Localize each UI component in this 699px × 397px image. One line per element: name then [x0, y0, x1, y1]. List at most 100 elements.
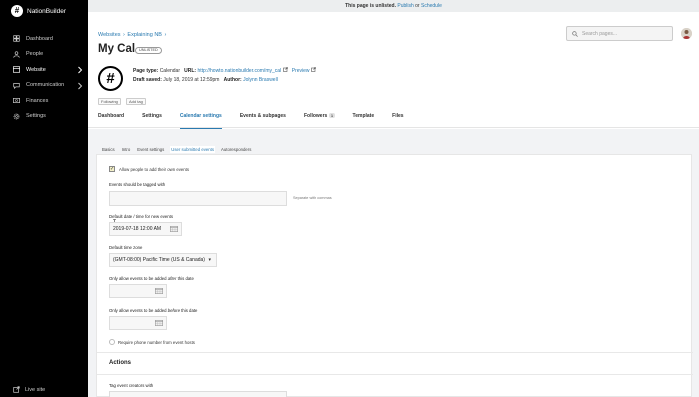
- sidebar: # NationBuilder Dashboard People Website: [0, 0, 88, 397]
- tab-template[interactable]: Template: [353, 113, 375, 126]
- before-date-label: Only allow events to be added before thi…: [109, 308, 197, 313]
- require-phone-checkbox[interactable]: [109, 339, 115, 345]
- default-date-value: 2019-07-18 12:00 AM: [113, 226, 162, 232]
- tab-events-subpages[interactable]: Events & subpages: [240, 113, 286, 126]
- chevron-right-icon: [77, 82, 83, 89]
- brand-name: NationBuilder: [27, 7, 67, 15]
- following-button[interactable]: Following: [98, 98, 121, 105]
- chevron-right-icon: [77, 66, 83, 74]
- before-label-em: before: [167, 308, 180, 313]
- tab-settings[interactable]: Settings: [142, 113, 162, 126]
- add-tag-button[interactable]: Add tag: [126, 98, 146, 105]
- divider: [97, 374, 693, 375]
- author-link[interactable]: Jolynn Braswell: [243, 77, 278, 83]
- sidebar-item-settings[interactable]: Settings: [0, 109, 88, 125]
- tab-dashboard[interactable]: Dashboard: [98, 113, 124, 126]
- page-type-label: Page type:: [133, 68, 159, 74]
- tab-followers[interactable]: Followers 1: [304, 113, 335, 126]
- tagged-with-input[interactable]: [109, 191, 287, 206]
- tab-followers-label: Followers: [303, 113, 328, 119]
- external-link-icon: [282, 67, 289, 74]
- timezone-value: (GMT-08:00) Pacific Time (US & Canada): [113, 257, 205, 263]
- page-icon: #: [98, 66, 123, 91]
- calendar-icon[interactable]: [155, 320, 163, 326]
- settings-form: ✓ Allow people to add their own events E…: [96, 154, 693, 397]
- tagged-with-label: Events should be tagged with: [109, 182, 166, 187]
- page-header: Websites › Explaining NB › My Cal UNLIST…: [88, 12, 699, 129]
- calendar-icon[interactable]: [155, 288, 163, 294]
- website-icon: [13, 66, 20, 73]
- default-date-label: Default date / time for new events: [109, 214, 174, 219]
- unlisted-notice-bar: This page is unlisted. Publish or Schedu…: [88, 0, 699, 12]
- subtab-autoresponders[interactable]: Autoresponders: [220, 146, 252, 153]
- search-input[interactable]: Search pages...: [566, 26, 673, 41]
- divider: [97, 352, 693, 353]
- sidebar-nav: Dashboard People Website Communication F…: [0, 31, 88, 124]
- actions-section-title: Actions: [109, 360, 132, 366]
- page-type-value: Calendar: [159, 68, 180, 74]
- sidebar-item-communication[interactable]: Communication: [0, 78, 88, 94]
- allow-events-checkbox[interactable]: ✓: [109, 166, 115, 172]
- communication-icon: [13, 82, 20, 89]
- timezone-label: Default time zone: [109, 245, 143, 250]
- sidebar-item-label: Communication: [26, 82, 65, 89]
- draft-label: Draft saved:: [133, 77, 162, 83]
- subtab-event-settings[interactable]: Event settings: [136, 146, 165, 153]
- after-label-pre: Only allow events to be added: [109, 276, 167, 281]
- sub-tabs: Basics Intro Event settings User submitt…: [101, 146, 257, 153]
- brand[interactable]: # NationBuilder: [11, 5, 66, 17]
- sidebar-item-dashboard[interactable]: Dashboard: [0, 31, 88, 47]
- external-link-icon: [311, 67, 316, 74]
- page-tabs: Dashboard Settings Calendar settings Eve…: [98, 113, 422, 129]
- sidebar-item-label: Finances: [26, 97, 49, 104]
- page-meta-type: Page type: Calendar URL: http://howto.na…: [133, 67, 316, 74]
- tab-files[interactable]: Files: [392, 113, 403, 126]
- preview-link[interactable]: Preview: [292, 68, 310, 74]
- content-area: Basics Intro Event settings User submitt…: [88, 129, 699, 397]
- calendar-icon[interactable]: [170, 226, 178, 232]
- allow-events-label: Allow people to add their own events: [119, 167, 189, 172]
- publish-link[interactable]: Publish: [397, 3, 413, 9]
- tag-creators-input[interactable]: [109, 391, 287, 397]
- unlisted-notice-text: This page is unlisted.: [345, 3, 396, 9]
- author-label: Author:: [223, 77, 242, 83]
- status-badge: UNLISTED: [135, 47, 162, 54]
- subtab-user-submitted-events[interactable]: User submitted events: [170, 146, 216, 153]
- followers-count-badge: 1: [329, 113, 335, 118]
- sidebar-item-people[interactable]: People: [0, 47, 88, 63]
- after-label-em: after: [167, 276, 177, 281]
- subtab-intro[interactable]: Intro: [121, 146, 132, 153]
- people-icon: [13, 51, 20, 58]
- require-phone-label: Require phone number from event hosts: [118, 340, 195, 345]
- url-label: URL:: [184, 68, 197, 74]
- notice-or-text: or: [415, 3, 420, 9]
- timezone-select[interactable]: (GMT-08:00) Pacific Time (US & Canada) ▾: [109, 253, 217, 267]
- live-site-link[interactable]: Live site: [13, 386, 45, 393]
- breadcrumb-websites[interactable]: Websites: [98, 32, 121, 38]
- avatar[interactable]: [681, 28, 692, 39]
- breadcrumb-explaining-nb[interactable]: Explaining NB: [127, 32, 162, 38]
- default-date-input[interactable]: 2019-07-18 12:00 AM: [109, 222, 182, 236]
- nationbuilder-logo-icon: #: [11, 5, 23, 17]
- after-date-input[interactable]: [109, 284, 167, 298]
- before-label-pre: Only allow events to be added: [109, 308, 167, 313]
- sidebar-item-website[interactable]: Website: [0, 62, 88, 78]
- draft-date: July 18, 2019 at 12:59pm: [163, 77, 220, 83]
- search-icon: [572, 30, 578, 37]
- tagged-with-hint: Separate with commas: [293, 196, 332, 200]
- finances-icon: [13, 97, 20, 104]
- sidebar-item-label: Dashboard: [26, 35, 53, 42]
- subtab-basics[interactable]: Basics: [101, 146, 116, 153]
- page-url-link[interactable]: http://howto.nationbuilder.com/my_cal: [198, 68, 282, 74]
- after-date-label: Only allow events to be added after this…: [109, 276, 194, 281]
- breadcrumb-chevron-icon: ›: [162, 32, 167, 38]
- after-label-post: this date: [177, 276, 194, 281]
- before-date-input[interactable]: [109, 316, 167, 330]
- tab-calendar-settings[interactable]: Calendar settings: [179, 113, 222, 129]
- tag-creators-label: Tag event creators with: [109, 383, 154, 388]
- chevron-down-icon: ▾: [208, 257, 211, 263]
- schedule-link[interactable]: Schedule: [421, 3, 442, 9]
- breadcrumb: Websites › Explaining NB ›: [98, 32, 167, 38]
- live-site-label: Live site: [25, 386, 46, 393]
- sidebar-item-finances[interactable]: Finances: [0, 93, 88, 109]
